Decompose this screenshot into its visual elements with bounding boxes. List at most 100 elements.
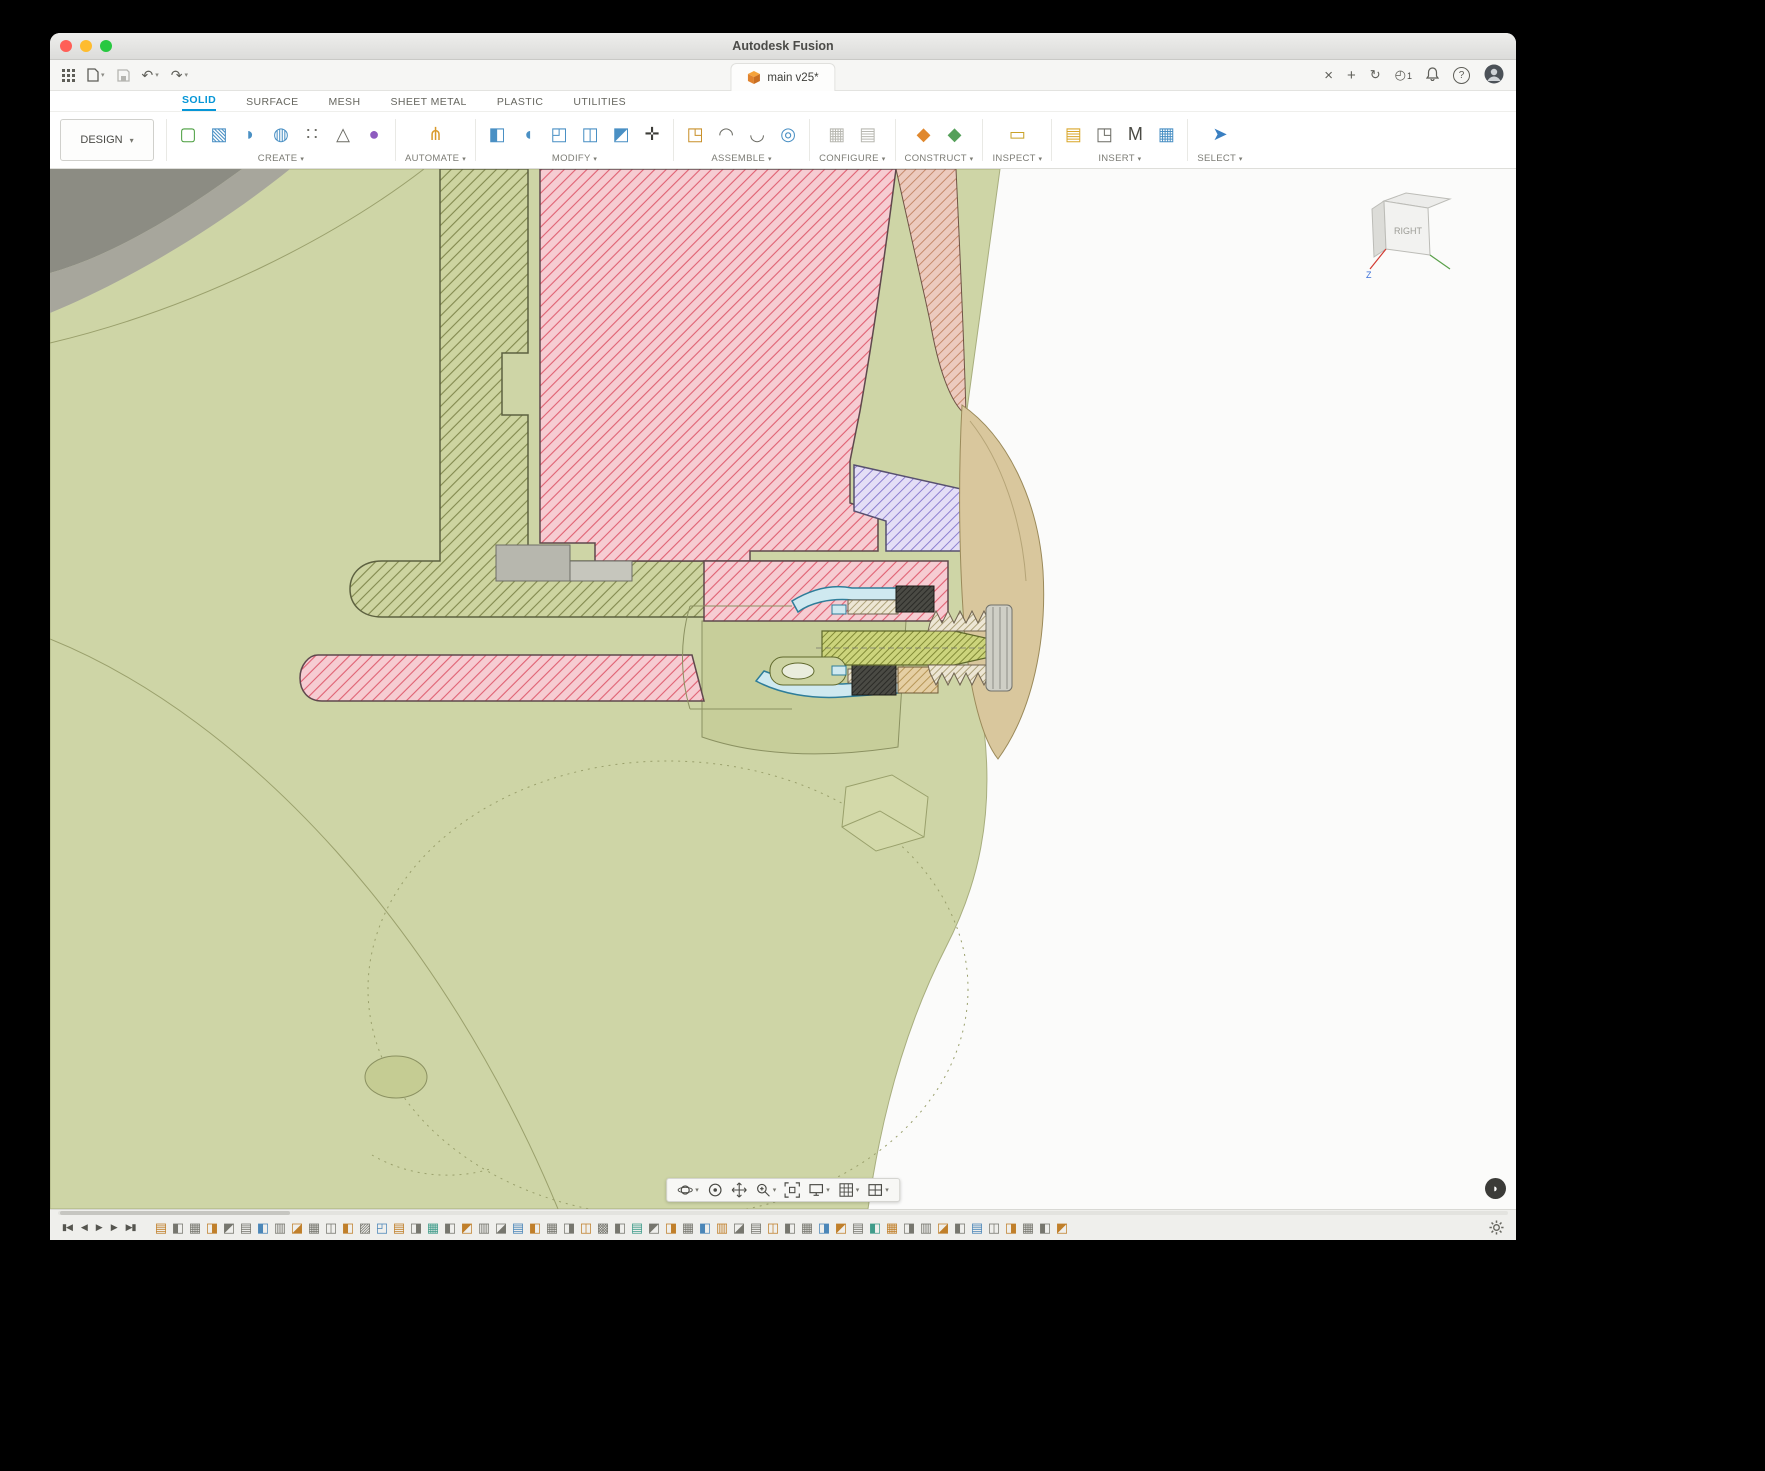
timeline-feature-17[interactable]: ▦ [426,1221,441,1234]
design-workspace-button[interactable]: DESIGN ▾ [60,119,154,161]
measure-icon[interactable]: ▭ [1005,121,1029,147]
ribbon-tab-surface[interactable]: SURFACE [246,96,298,111]
document-tab[interactable]: main v25* [730,63,835,91]
view-cube-face-label[interactable]: RIGHT [1394,226,1423,236]
timeline-feature-8[interactable]: ▥ [273,1221,288,1234]
timeline-feature-34[interactable]: ▥ [715,1221,730,1234]
timeline-feature-27[interactable]: ▩ [596,1221,611,1234]
timeline-feature-47[interactable]: ◪ [936,1221,951,1234]
timeline-feature-14[interactable]: ◰ [375,1221,390,1234]
bore-hole[interactable] [365,1056,427,1098]
timeline-feature-48[interactable]: ◧ [953,1221,968,1234]
ribbon-group-label-construct[interactable]: CONSTRUCT ▾ [905,150,974,164]
timeline-feature-41[interactable]: ◩ [834,1221,849,1234]
ribbon-tab-solid[interactable]: SOLID [182,94,216,111]
save-button[interactable] [117,69,130,82]
create-pattern-icon[interactable]: ∷ [300,121,324,147]
step-back-button[interactable]: ◀ [81,1222,87,1233]
timeline-feature-23[interactable]: ◧ [528,1221,543,1234]
timeline-feature-13[interactable]: ▨ [358,1221,373,1234]
timeline-feature-2[interactable]: ◧ [171,1221,186,1234]
combine-icon[interactable]: ◫ [578,121,602,147]
timeline-feature-3[interactable]: ▦ [188,1221,203,1234]
timeline-feature-35[interactable]: ◪ [732,1221,747,1234]
go-to-start-button[interactable]: ▮◀ [62,1222,72,1233]
ribbon-group-label-automate[interactable]: AUTOMATE ▾ [405,150,466,164]
timeline-feature-32[interactable]: ▦ [681,1221,696,1234]
construct-axis-icon[interactable]: ◆ [943,121,967,147]
app-grid-icon[interactable] [62,69,75,82]
ribbon-group-label-select[interactable]: SELECT ▾ [1197,150,1242,164]
timeline-feature-22[interactable]: ▤ [511,1221,526,1234]
timeline-feature-39[interactable]: ▦ [800,1221,815,1234]
knurled-collar[interactable] [986,605,1012,691]
timeline-feature-21[interactable]: ◪ [494,1221,509,1234]
ribbon-group-label-configure[interactable]: CONFIGURE ▾ [819,150,885,164]
timeline-feature-7[interactable]: ◧ [256,1221,271,1234]
ribbon-group-label-create[interactable]: CREATE ▾ [176,150,386,164]
press-pull-icon[interactable]: ◧ [485,121,509,147]
create-box-icon[interactable]: ▧ [207,121,231,147]
timeline-feature-24[interactable]: ▦ [545,1221,560,1234]
timeline-feature-9[interactable]: ◪ [290,1221,305,1234]
split-body-icon[interactable]: ◩ [609,121,633,147]
timeline-feature-31[interactable]: ◨ [664,1221,679,1234]
timeline-feature-54[interactable]: ◩ [1055,1221,1070,1234]
timeline-scrollbar-thumb[interactable] [60,1211,290,1215]
go-to-end-button[interactable]: ▶▮ [126,1222,136,1233]
washer-top[interactable] [848,600,898,614]
automate-icon[interactable]: ⋔ [424,121,448,147]
timeline-feature-53[interactable]: ◧ [1038,1221,1053,1234]
tab-close-button[interactable]: × [1324,67,1333,84]
timeline-feature-30[interactable]: ◩ [647,1221,662,1234]
timeline-feature-10[interactable]: ▦ [307,1221,322,1234]
timeline-feature-33[interactable]: ◧ [698,1221,713,1234]
step-forward-button[interactable]: ▶ [111,1222,117,1233]
timeline-feature-6[interactable]: ▤ [239,1221,254,1234]
play-button[interactable]: ▶ [96,1222,102,1233]
timeline-feature-1[interactable]: ▤ [154,1221,169,1234]
zoom-button[interactable]: ▾ [755,1182,777,1198]
create-mirror-icon[interactable]: △ [331,121,355,147]
ribbon-group-label-modify[interactable]: MODIFY ▾ [485,150,664,164]
create-sphere-icon[interactable]: ◍ [269,121,293,147]
pink-lower-band-section-cut[interactable] [300,655,704,701]
file-menu-button[interactable]: ▾ [87,68,105,82]
insert-canvas-icon[interactable]: ▦ [1154,121,1178,147]
timeline-feature-43[interactable]: ◧ [868,1221,883,1234]
select-icon[interactable]: ➤ [1208,121,1232,147]
timeline-settings-button[interactable] [1489,1220,1504,1235]
ribbon-group-label-inspect[interactable]: INSPECT ▾ [992,150,1042,164]
clamp-block-a[interactable] [496,545,570,581]
as-built-joint-icon[interactable]: ◡ [745,121,769,147]
ribbon-tab-mesh[interactable]: MESH [329,96,361,111]
ribbon-group-label-assemble[interactable]: ASSEMBLE ▾ [683,150,800,164]
timeline-feature-15[interactable]: ▤ [392,1221,407,1234]
timeline-feature-42[interactable]: ▤ [851,1221,866,1234]
job-status-button[interactable]: ↻ [1370,67,1381,83]
timeline-feature-12[interactable]: ◧ [341,1221,356,1234]
joint-origin-icon[interactable]: ◎ [776,121,800,147]
joint-icon[interactable]: ◠ [714,121,738,147]
timeline-feature-11[interactable]: ◫ [324,1221,339,1234]
assistant-bubble[interactable]: ◗ [1485,1178,1506,1199]
timeline-feature-52[interactable]: ▦ [1021,1221,1036,1234]
move-copy-icon[interactable]: ✛ [640,121,664,147]
timeline-feature-36[interactable]: ▤ [749,1221,764,1234]
configuration-table-icon[interactable]: ▤ [856,121,880,147]
construct-plane-icon[interactable]: ◆ [912,121,936,147]
model-viewport[interactable]: RIGHT Z [50,169,1516,1209]
timeline-feature-25[interactable]: ◨ [562,1221,577,1234]
timeline-feature-18[interactable]: ◧ [443,1221,458,1234]
timeline-feature-50[interactable]: ◫ [987,1221,1002,1234]
grid-settings-button[interactable]: ▾ [838,1182,860,1198]
new-tab-button[interactable]: + [1347,67,1356,84]
timeline-feature-40[interactable]: ◨ [817,1221,832,1234]
clip-detail-a[interactable] [832,605,846,614]
seal-top[interactable] [896,586,934,612]
clip-detail-b[interactable] [832,666,846,675]
timeline-feature-46[interactable]: ▥ [919,1221,934,1234]
orbit-button[interactable]: ▾ [677,1182,699,1198]
notification-center-button[interactable]: ◴1 [1395,67,1412,83]
viewport-layout-button[interactable]: ▾ [867,1182,889,1198]
